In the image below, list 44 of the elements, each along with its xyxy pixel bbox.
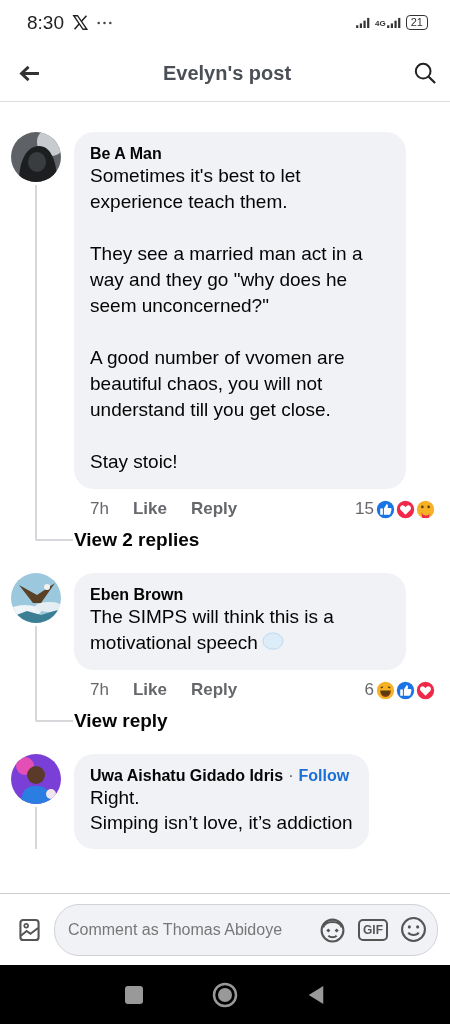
gif-button[interactable]: GIF xyxy=(358,918,388,941)
like-link[interactable]: Like xyxy=(132,499,167,519)
laughing-face-icon xyxy=(375,679,396,701)
home-icon[interactable] xyxy=(212,981,238,1008)
thumbs-up-icon xyxy=(375,498,396,520)
signal-icon xyxy=(356,17,371,28)
follow-link[interactable]: Follow xyxy=(298,767,350,785)
smiley-icon[interactable] xyxy=(400,916,427,943)
comment-text: A good number of vvomen are beautiful chaos, you will not understand till you get close. xyxy=(90,346,346,422)
signal-icon xyxy=(386,17,401,28)
page-title: Evelyn's post xyxy=(162,61,292,85)
comment-text: Stay stoic! xyxy=(90,450,179,474)
comment-text: Simping isn’t love, it’s addiction xyxy=(90,811,353,835)
sticker-icon[interactable] xyxy=(319,916,346,943)
reaction-count[interactable]: 6 xyxy=(364,680,374,700)
more-icon xyxy=(97,20,112,25)
reaction-count[interactable]: 15 xyxy=(355,499,374,519)
view-replies-link[interactable]: View reply xyxy=(74,710,450,732)
reply-link[interactable]: Reply xyxy=(190,499,238,519)
x-logo-icon xyxy=(72,14,89,31)
view-replies-link[interactable]: View 2 replies xyxy=(74,529,450,551)
author-name[interactable]: Be A Man xyxy=(90,145,162,163)
thread-line xyxy=(35,807,37,849)
hugging-face-icon xyxy=(415,498,436,520)
battery-level: 21 xyxy=(410,17,423,28)
image-icon[interactable] xyxy=(19,917,40,942)
clock: 8:30 xyxy=(27,11,64,34)
recents-icon[interactable] xyxy=(124,984,144,1005)
author-name[interactable]: Uwa Aishatu Gidado Idris xyxy=(90,767,284,785)
back-arrow-icon[interactable] xyxy=(19,64,40,82)
separator-dot: · xyxy=(288,767,294,785)
timestamp: 7h xyxy=(90,680,109,700)
search-icon[interactable] xyxy=(414,62,436,84)
like-link[interactable]: Like xyxy=(132,680,167,700)
reply-link[interactable]: Reply xyxy=(190,680,238,700)
comment-text: Sometimes it's best to let experience teach them. xyxy=(90,164,302,214)
comment-text: They see a married man act in a way and they go "why does he seem unconcerned?" xyxy=(90,242,364,318)
thumbs-up-icon xyxy=(395,679,416,701)
comment-text: Right. xyxy=(90,786,141,810)
network-label: 4G xyxy=(375,20,386,28)
timestamp: 7h xyxy=(90,499,109,519)
comment-input[interactable]: Comment as Thomas Abidoye GIF xyxy=(54,903,438,956)
comment-text: The SIMPS will think this is a motivational speech xyxy=(90,605,335,655)
author-name[interactable]: Eben Brown xyxy=(90,586,184,604)
